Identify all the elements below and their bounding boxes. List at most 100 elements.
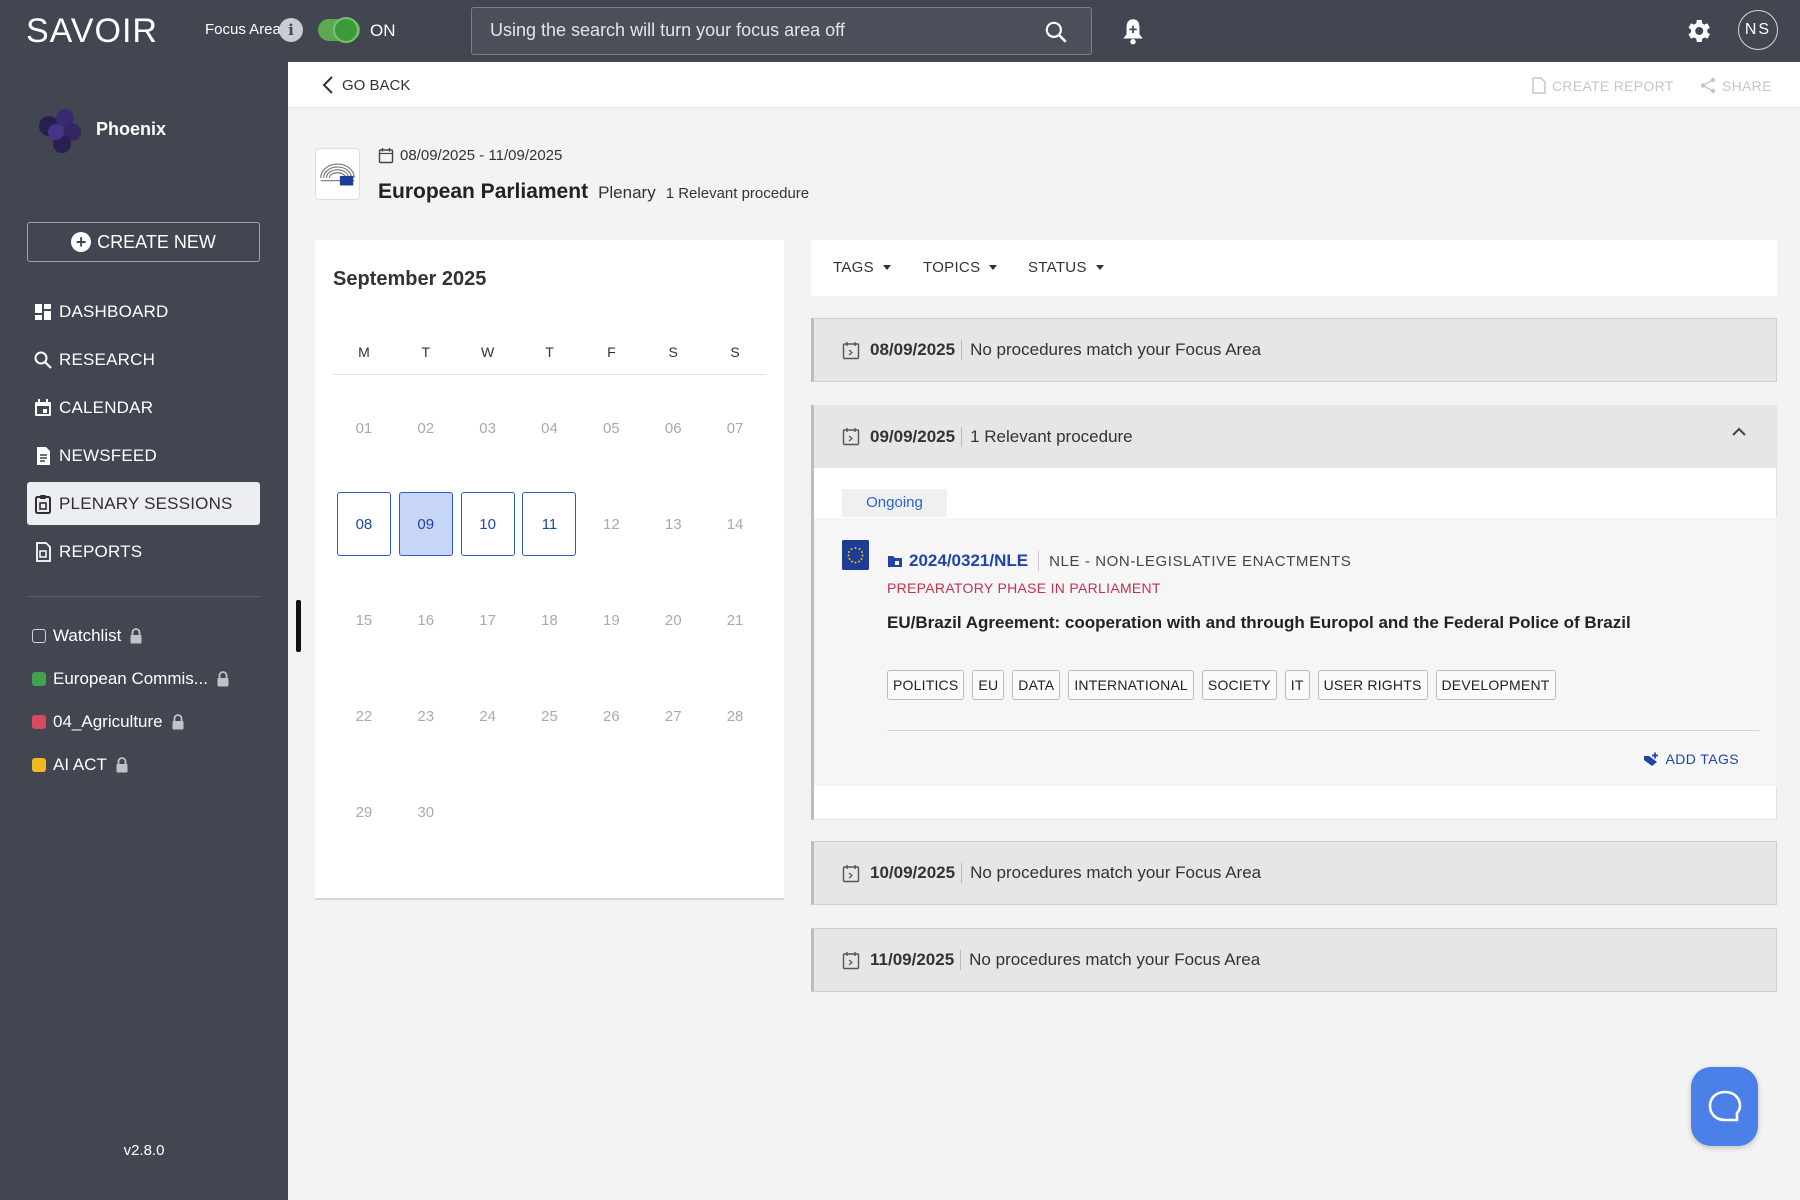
calendar-day-cell: 02 <box>395 380 457 476</box>
weekday-label: S <box>730 344 740 360</box>
calendar-day-02: 02 <box>417 419 435 437</box>
user-avatar[interactable]: NS <box>1738 10 1778 50</box>
day-date: 08/09/2025 <box>870 340 963 360</box>
calendar-day-cell: 07 <box>704 380 766 476</box>
document-icon <box>37 446 50 465</box>
create-report-button[interactable]: CREATE REPORT <box>1532 77 1674 94</box>
tag-chip[interactable]: USER RIGHTS <box>1317 670 1428 700</box>
toggle-knob <box>333 17 359 43</box>
tag-chip[interactable]: POLITICS <box>887 670 965 700</box>
focus-area-watchlist[interactable]: Watchlist <box>32 614 230 657</box>
focus-area-label: 04_Agriculture <box>53 711 163 731</box>
topics-filter-dropdown[interactable]: TOPICS <box>923 259 998 276</box>
day-summary: No procedures match your Focus Area <box>970 863 1262 882</box>
calendar-day-01: 01 <box>355 419 373 437</box>
nav-item-plenary-sessions[interactable]: PLENARY SESSIONS <box>27 482 260 525</box>
calendar-day-08[interactable]: 08 <box>336 492 391 556</box>
procedure-title[interactable]: EU/Brazil Agreement: cooperation with an… <box>887 613 1631 633</box>
calendar-day-20: 20 <box>664 611 682 629</box>
day-row-08-09-2025[interactable]: 08/09/2025 No procedures match your Focu… <box>811 318 1777 382</box>
add-tags-button[interactable]: ADD TAGS <box>1643 751 1739 767</box>
weekday-label: W <box>481 344 495 360</box>
workspace-brand[interactable]: Phoenix <box>32 104 166 160</box>
calendar-weekday-header: M T W T F S S <box>333 344 766 375</box>
calendar-icon <box>378 148 394 164</box>
search-icon[interactable] <box>1043 19 1069 45</box>
procedure-header: 2024/0321/NLE NLE - NON-LEGISLATIVE ENAC… <box>887 551 1351 571</box>
session-date-range: 08/09/2025 - 11/09/2025 <box>378 147 562 164</box>
sidebar-scroll-handle[interactable] <box>296 600 301 652</box>
weekday-label: F <box>607 344 616 360</box>
day-row-10-09-2025[interactable]: 10/09/2025 No procedures match your Focu… <box>811 841 1777 905</box>
calendar-day-cell: 30 <box>395 764 457 860</box>
status-tab-ongoing[interactable]: Ongoing <box>842 489 947 517</box>
sidebar-divider <box>27 596 260 597</box>
day-row-11-09-2025[interactable]: 11/09/2025 No procedures match your Focu… <box>811 928 1777 992</box>
calendar-day-cell: 12 <box>580 476 642 572</box>
nav-item-dashboard[interactable]: DASHBOARD <box>27 290 260 333</box>
caret-down-icon <box>882 265 891 270</box>
filter-bar: TAGS TOPICS STATUS <box>811 240 1777 296</box>
nav-item-newsfeed[interactable]: NEWSFEED <box>27 434 260 477</box>
info-icon[interactable]: i <box>279 18 303 42</box>
calendar-day-22: 22 <box>355 707 373 725</box>
calendar-day-10[interactable]: 10 <box>460 492 515 556</box>
weekday-label: T <box>545 344 554 360</box>
tag-chip[interactable]: IT <box>1284 670 1310 700</box>
nav-item-calendar[interactable]: CALENDAR <box>27 386 260 429</box>
tag-chip[interactable]: INTERNATIONAL <box>1068 670 1194 700</box>
go-back-button[interactable]: GO BACK <box>322 75 410 95</box>
search-input[interactable] <box>490 20 1030 41</box>
notification-bell-icon[interactable] <box>1120 16 1146 46</box>
calendar-day-15: 15 <box>355 611 373 629</box>
calendar-day-cell: 10 <box>457 476 519 572</box>
calendar-day-cell: 17 <box>457 572 519 668</box>
clipboard-icon <box>35 494 51 514</box>
focus-color-dot <box>32 671 46 686</box>
gear-icon[interactable] <box>1683 16 1713 46</box>
focus-area-agriculture[interactable]: 04_Agriculture <box>32 700 230 743</box>
focus-area-toggle[interactable] <box>318 17 360 43</box>
focus-area-label: Watchlist <box>53 625 122 645</box>
plus-circle-icon: + <box>71 232 92 252</box>
create-report-label: CREATE REPORT <box>1552 77 1674 94</box>
procedure-id-link[interactable]: 2024/0321/NLE <box>909 551 1040 571</box>
focus-area-list: Watchlist European Commis... 04_Agricult… <box>32 614 230 786</box>
dashboard-icon <box>35 303 51 320</box>
app-logo[interactable]: SAVOIR <box>26 12 158 51</box>
folder-icon <box>888 556 902 567</box>
calendar-day-11[interactable]: 11 <box>522 492 577 556</box>
day-date: 11/09/2025 <box>870 950 962 970</box>
tag-chip[interactable]: DATA <box>1012 670 1061 700</box>
calendar-icon <box>842 428 860 446</box>
top-bar: SAVOIR Focus Area i ON NS <box>0 0 1800 62</box>
calendar-icon <box>842 341 860 359</box>
tags-filter-dropdown[interactable]: TAGS <box>833 259 891 276</box>
focus-area-european-commission[interactable]: European Commis... <box>32 657 230 700</box>
calendar-month-title: September 2025 <box>333 268 487 290</box>
calendar-day-cell: 16 <box>395 572 457 668</box>
calendar-day-17: 17 <box>479 611 496 629</box>
create-new-button[interactable]: + CREATE NEW <box>27 222 260 262</box>
calendar-icon <box>35 398 51 416</box>
tag-chip[interactable]: SOCIETY <box>1201 670 1277 700</box>
nav-label: PLENARY SESSIONS <box>59 493 233 513</box>
day-row-09-09-2025[interactable]: 09/09/2025 1 Relevant procedure <box>814 405 1777 468</box>
tag-chip[interactable]: DEVELOPMENT <box>1435 670 1556 700</box>
filter-label: TOPICS <box>923 259 981 276</box>
nav-item-research[interactable]: RESEARCH <box>27 338 260 381</box>
card-divider <box>887 730 1759 731</box>
calendar-day-cell: 20 <box>642 572 704 668</box>
calendar-day-03: 03 <box>479 419 496 437</box>
status-filter-dropdown[interactable]: STATUS <box>1028 259 1104 276</box>
app-version: v2.8.0 <box>123 1142 165 1159</box>
tag-chip[interactable]: EU <box>972 670 1005 700</box>
calendar-day-09[interactable]: 09 <box>398 492 453 556</box>
calendar-day-cell: 13 <box>642 476 704 572</box>
focus-area-ai-act[interactable]: AI ACT <box>32 743 230 786</box>
share-button[interactable]: SHARE <box>1700 77 1772 94</box>
nav-item-reports[interactable]: REPORTS <box>27 530 260 573</box>
nav-label: NEWSFEED <box>59 445 157 465</box>
help-chat-button[interactable] <box>1691 1067 1758 1146</box>
chevron-up-icon[interactable] <box>1731 427 1747 437</box>
